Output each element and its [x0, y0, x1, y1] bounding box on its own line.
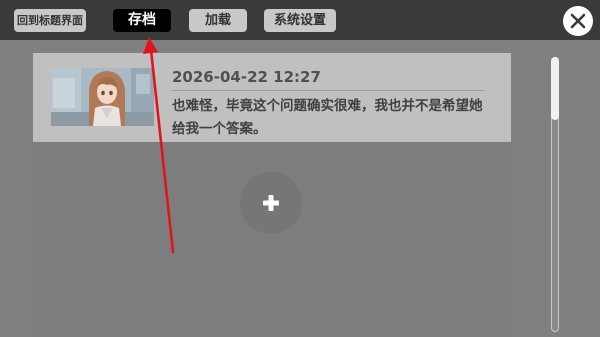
annotation-arrow-icon [143, 37, 175, 254]
save-screen: 回到标题界面 存档 加载 系统设置 2026-04-22 12:27 也难怪，毕… [0, 0, 600, 337]
